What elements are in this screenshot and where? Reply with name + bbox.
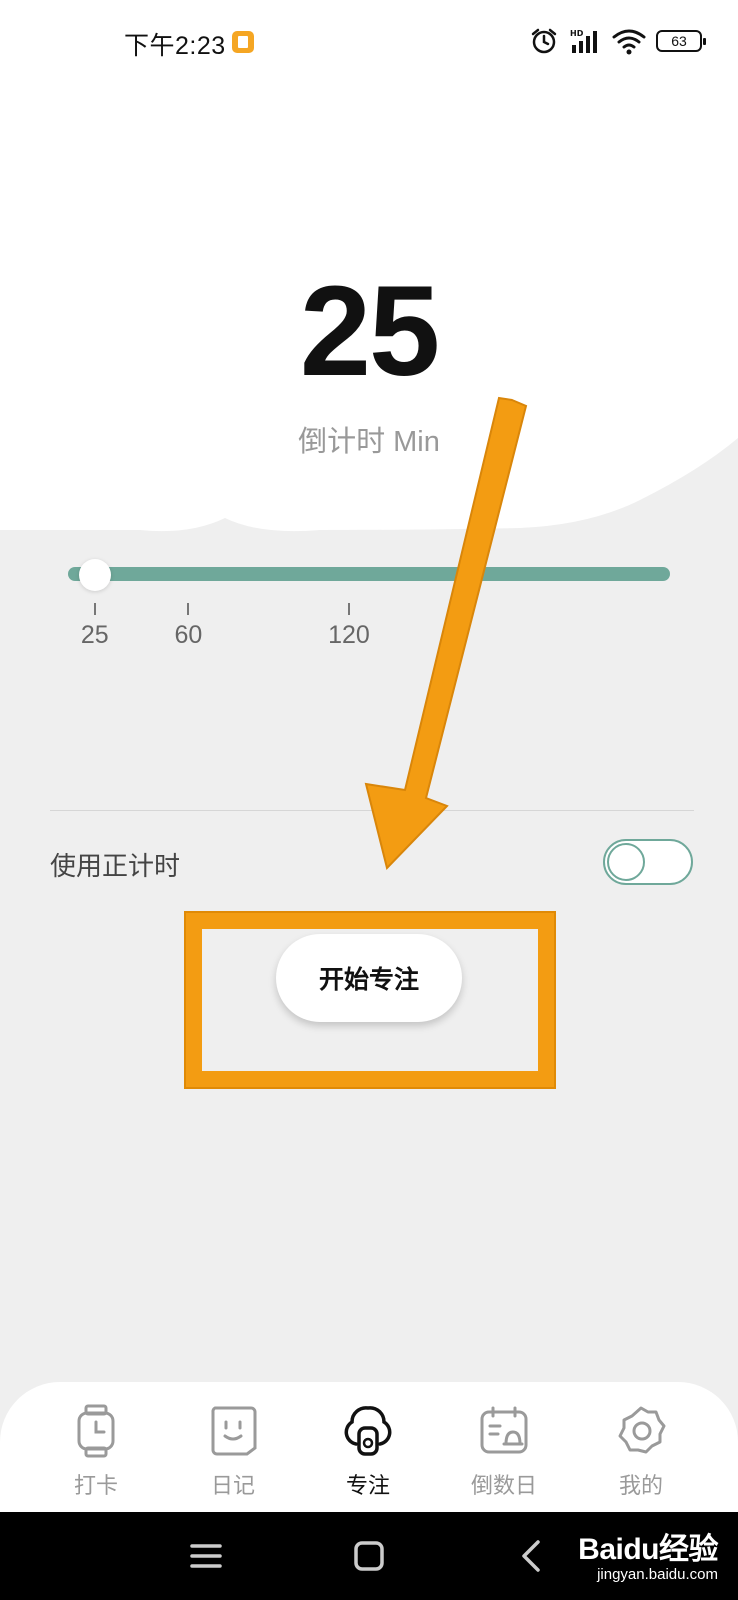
- tick-mark: [93, 603, 96, 615]
- watermark-main: Baidu经验: [578, 1533, 718, 1566]
- home-icon[interactable]: [347, 1534, 391, 1578]
- tick-mark: [347, 603, 350, 615]
- status-bar: 下午2:23 HD 63: [0, 0, 738, 84]
- baidu-jingyan-watermark: Baidu经验 jingyan.baidu.com: [578, 1524, 718, 1583]
- countdown-calendar-icon: [480, 1406, 528, 1454]
- tab-checkin[interactable]: 打卡: [46, 1404, 146, 1500]
- tick-label: 60: [174, 621, 203, 649]
- alarm-icon: [531, 28, 557, 54]
- start-focus-button[interactable]: 开始专注: [276, 934, 462, 1022]
- bottom-tab-bar: 打卡 日记 专注 倒数日 我的: [0, 1382, 738, 1512]
- slider-track[interactable]: [68, 567, 670, 581]
- tick-label: 120: [328, 621, 370, 649]
- tab-diary[interactable]: 日记: [183, 1404, 283, 1500]
- slider-tick: 25: [65, 603, 125, 650]
- tab-me[interactable]: 我的: [591, 1404, 691, 1500]
- tab-label: 打卡: [73, 1473, 118, 1498]
- settings-gear-icon: [618, 1406, 666, 1454]
- focus-timer-icon: [344, 1406, 392, 1456]
- tick-label: 25: [80, 621, 109, 649]
- duration-slider[interactable]: [68, 559, 670, 591]
- battery-indicator: 63: [656, 30, 706, 52]
- back-icon[interactable]: [510, 1534, 554, 1578]
- slider-tick: 120: [319, 603, 379, 650]
- status-time: 下午2:23: [124, 32, 226, 60]
- battery-level: 63: [671, 33, 687, 49]
- watermark-sub: jingyan.baidu.com: [597, 1566, 718, 1583]
- divider: [50, 810, 694, 811]
- countdown-minutes: 25: [299, 260, 440, 403]
- count-up-label: 使用正计时: [50, 851, 181, 881]
- svg-text:HD: HD: [570, 29, 584, 38]
- count-up-toggle[interactable]: [603, 839, 693, 885]
- tab-label: 日记: [210, 1473, 255, 1498]
- status-icons: HD 63: [530, 26, 706, 56]
- signal-hd-icon: HD: [570, 29, 597, 53]
- tab-label: 专注: [345, 1473, 390, 1498]
- tab-label: 倒数日: [470, 1473, 537, 1498]
- menu-icon[interactable]: [184, 1534, 228, 1578]
- system-navigation-bar: Baidu经验 jingyan.baidu.com: [0, 1512, 738, 1600]
- tab-countdown-days[interactable]: 倒数日: [454, 1404, 554, 1500]
- tab-focus[interactable]: 专注: [318, 1404, 418, 1500]
- diary-face-icon: [211, 1406, 257, 1456]
- slider-tick: 60: [158, 603, 218, 650]
- countdown-caption: 倒计时 Min: [298, 426, 440, 458]
- tab-label: 我的: [618, 1473, 663, 1498]
- toggle-knob: [607, 843, 645, 881]
- orange-app-notification-icon: [232, 31, 254, 53]
- wifi-icon: [612, 29, 646, 55]
- slider-thumb[interactable]: [78, 559, 111, 591]
- watch-icon: [77, 1404, 115, 1458]
- tick-mark: [187, 603, 190, 615]
